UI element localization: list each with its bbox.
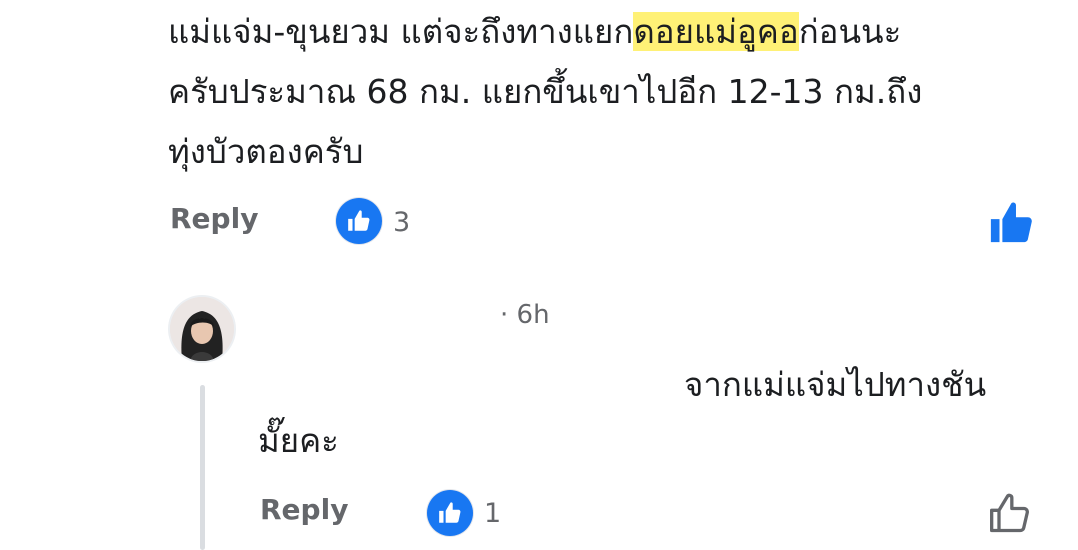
thumbs-up-icon bbox=[439, 502, 461, 523]
thumbs-up-outline-icon bbox=[990, 493, 1029, 533]
reaction-count: 3 bbox=[393, 207, 411, 238]
like-button[interactable] bbox=[988, 200, 1034, 250]
like-button[interactable] bbox=[988, 492, 1032, 540]
highlighted-text: ดอยแม่อูคอ bbox=[633, 12, 799, 51]
reply-button[interactable]: Reply bbox=[170, 202, 258, 235]
comment-2-line-2: มั๊ยคะ bbox=[258, 421, 339, 460]
comment-1-text: แม่แจ่ม-ขุนยวม แต่จะถึงทางแยก bbox=[168, 12, 634, 51]
comment-1-body: แม่แจ่ม-ขุนยวม แต่จะถึงทางแยกดอยแม่อูคอก… bbox=[168, 2, 922, 182]
comment-timestamp[interactable]: · 6h bbox=[500, 300, 550, 330]
avatar-image bbox=[170, 297, 234, 361]
reaction-like-badge[interactable] bbox=[336, 198, 382, 244]
avatar[interactable] bbox=[170, 297, 234, 361]
reaction-like-badge[interactable] bbox=[427, 490, 473, 536]
reply-button[interactable]: Reply bbox=[260, 493, 348, 526]
reaction-count: 1 bbox=[484, 498, 502, 529]
comment-thread: แม่แจ่ม-ขุนยวม แต่จะถึงทางแยกดอยแม่อูคอก… bbox=[0, 0, 1078, 550]
comment-2-line-1: จากแม่แจ่มไปทางชัน bbox=[684, 365, 987, 404]
comment-1-text-after: ก่อนนะ bbox=[798, 12, 902, 51]
thumbs-up-filled-icon bbox=[990, 202, 1032, 243]
thumbs-up-icon bbox=[348, 210, 370, 231]
thread-line bbox=[200, 385, 205, 550]
comment-1-line-2: ครับประมาณ 68 กม. แยกขึ้นเขาไปอีก 12-13 … bbox=[168, 72, 923, 111]
comment-1-line-1: แม่แจ่ม-ขุนยวม แต่จะถึงทางแยกดอยแม่อูคอก… bbox=[168, 2, 922, 62]
comment-1-line-3: ทุ่งบัวตองครับ bbox=[168, 132, 364, 171]
